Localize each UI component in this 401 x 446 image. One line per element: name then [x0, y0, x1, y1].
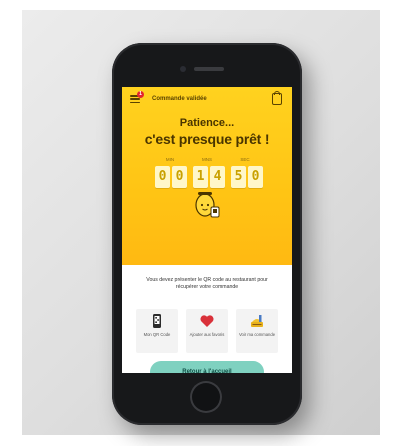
notification-badge: 1 [137, 91, 144, 98]
my-qr-code-tile[interactable]: Mon QR Code [136, 309, 178, 353]
add-favorites-tile[interactable]: Ajouter aux favoris [186, 309, 228, 353]
front-camera [180, 66, 186, 72]
my-qr-code-label: Mon QR Code [143, 332, 171, 337]
add-favorites-label: Ajouter aux favoris [189, 332, 225, 337]
timer-digit: 5 [231, 166, 246, 188]
view-order-tile[interactable]: Voir ma commande [236, 309, 278, 353]
seconds-unit-label: SEC [240, 157, 250, 162]
top-bar: 1 Commande validée [122, 87, 292, 113]
back-to-home-button[interactable]: Retour à l'accueil [150, 361, 264, 373]
shopping-bag-icon[interactable] [272, 91, 282, 105]
minutes-secondary-unit-label: MNS [202, 157, 212, 162]
home-button[interactable] [190, 381, 222, 413]
meal-icon [251, 315, 263, 327]
minutes-unit-label: MIN [165, 157, 175, 162]
action-tiles: Mon QR Code Ajouter aux favoris Voir ma … [122, 309, 292, 353]
timer-digit: 0 [172, 166, 187, 188]
qr-instructions-text: Vous devez présenter le QR code au resta… [146, 277, 268, 290]
timer-digit: 4 [210, 166, 225, 188]
almost-ready-heading: c'est presque prêt ! [144, 131, 270, 147]
timer-digit: 0 [155, 166, 170, 188]
earpiece-speaker [194, 67, 224, 71]
heart-icon [200, 315, 214, 327]
timer-digit: 1 [193, 166, 208, 188]
timer-digit: 0 [248, 166, 263, 188]
page-title: Commande validée [152, 96, 207, 102]
egg-timer-mascot-icon [195, 192, 220, 218]
countdown-timer: 0 0 1 4 5 0 [155, 166, 265, 190]
qr-phone-icon [153, 314, 161, 328]
app-screen: 1 Commande validée Patience... c'est pre… [122, 87, 292, 373]
view-order-label: Voir ma commande [238, 332, 276, 337]
patience-heading: Patience... [179, 117, 235, 129]
phone-device: 1 Commande validée Patience... c'est pre… [112, 43, 302, 425]
countdown-hero: 1 Commande validée Patience... c'est pre… [122, 87, 292, 265]
